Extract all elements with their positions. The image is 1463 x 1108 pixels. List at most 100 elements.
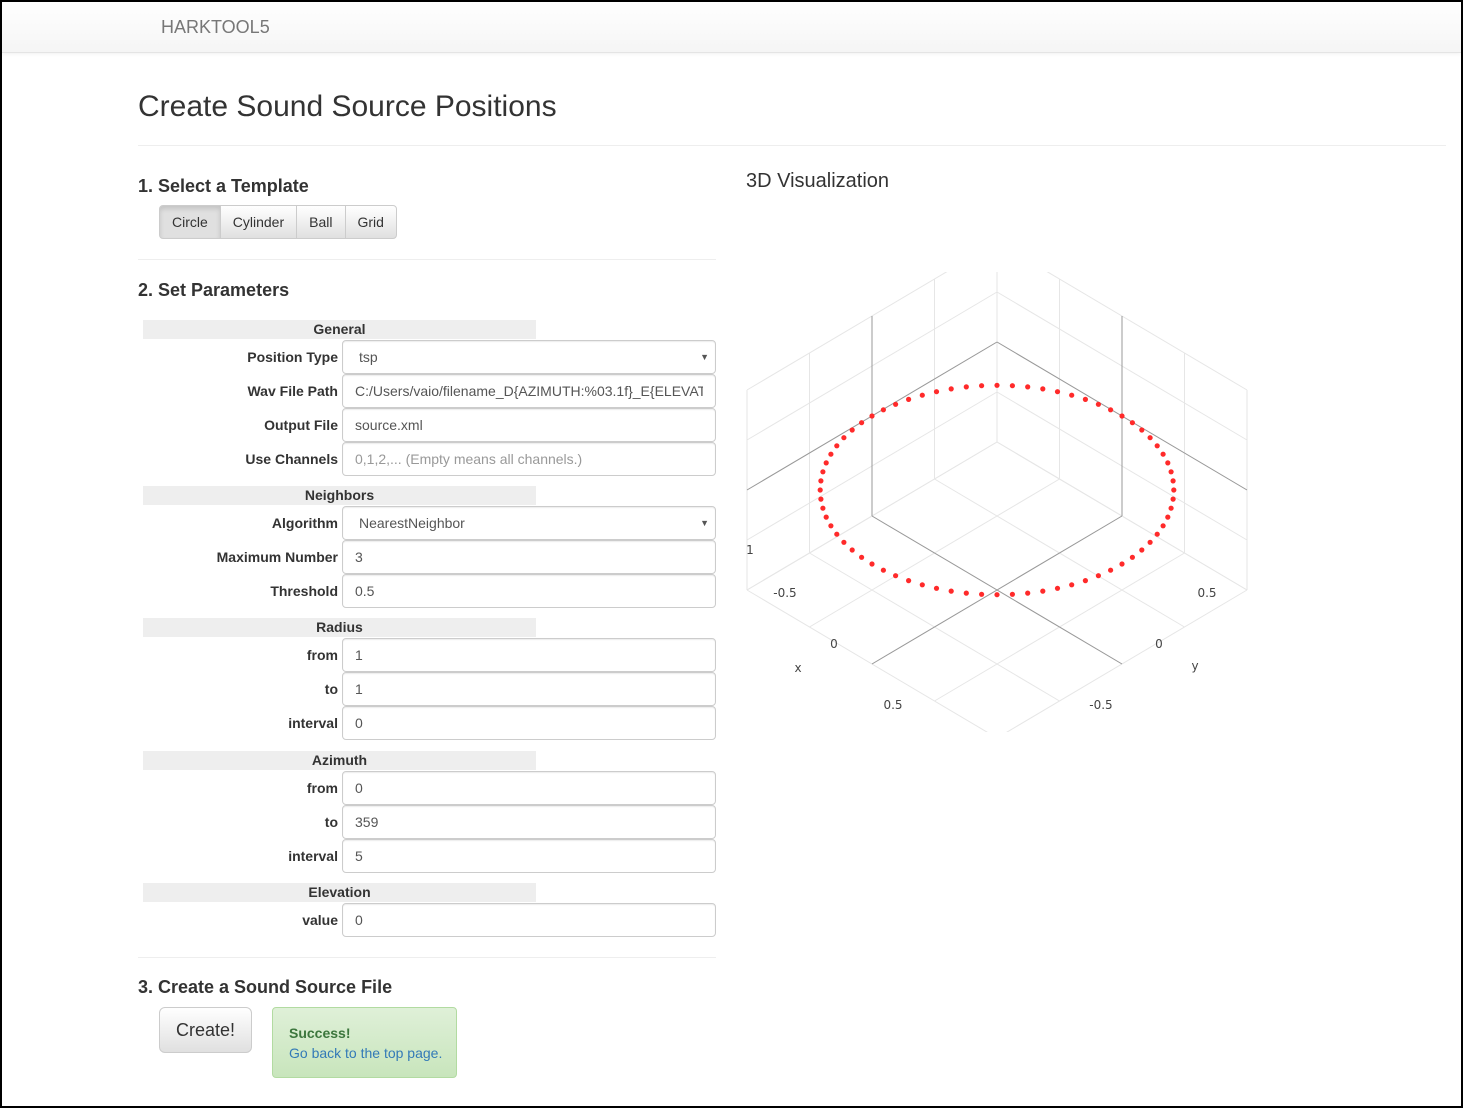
template-grid-button[interactable]: Grid [344,205,397,239]
source-point[interactable] [906,578,912,584]
source-point[interactable] [1119,561,1125,567]
source-point[interactable] [948,588,954,594]
source-point[interactable] [880,567,886,573]
wav-file-path-input[interactable] [342,374,716,408]
use-channels-label: Use Channels [245,451,338,467]
azimuth-interval-input[interactable] [342,839,716,873]
source-point[interactable] [933,389,940,395]
source-point[interactable] [1095,401,1101,407]
source-point[interactable] [823,514,829,520]
floor-grid-line [1006,589,1248,732]
source-point[interactable] [1168,505,1174,511]
plot-axis-labels: -0.5 0 0.5 x 0.5 0 -0.5 y 1 [746,543,1216,712]
source-point[interactable] [1069,392,1075,398]
elevation-value-input[interactable] [342,903,716,937]
source-point[interactable] [849,547,855,553]
source-point[interactable] [1025,384,1031,390]
source-point[interactable] [1040,588,1046,594]
source-point[interactable] [820,469,826,475]
source-point[interactable] [1009,383,1015,389]
azimuth-from-input[interactable] [342,771,716,805]
source-point[interactable] [979,383,985,389]
position-type-select[interactable]: tsp ▼ [342,340,716,374]
source-point[interactable] [1009,591,1015,597]
source-point[interactable] [859,420,865,426]
brand-link[interactable]: HARKTOOL5 [161,17,270,38]
source-point[interactable] [841,435,847,441]
template-cylinder-button[interactable]: Cylinder [219,205,298,239]
source-point[interactable] [1165,460,1171,466]
source-point[interactable] [1171,487,1177,493]
source-point[interactable] [1129,554,1135,560]
radius-from-input[interactable] [342,638,716,672]
use-channels-input[interactable] [342,442,716,476]
source-point[interactable] [1154,531,1160,537]
source-point[interactable] [828,523,834,529]
source-point[interactable] [817,487,823,493]
source-point[interactable] [979,591,985,597]
source-point[interactable] [1095,573,1101,579]
source-point[interactable] [1168,469,1174,475]
source-point[interactable] [1040,386,1046,392]
threshold-label: Threshold [270,583,338,599]
source-point[interactable] [963,590,969,596]
source-point[interactable] [1160,451,1166,457]
algorithm-select[interactable]: NearestNeighbor ▼ [342,506,716,540]
maximum-number-input[interactable] [342,540,716,574]
source-point[interactable] [828,451,834,457]
source-point[interactable] [994,382,1000,388]
source-point[interactable] [818,496,824,502]
azimuth-to-input[interactable] [342,805,716,839]
threshold-input[interactable] [342,574,716,608]
source-point[interactable] [841,539,847,545]
source-point[interactable] [1054,389,1061,395]
source-point[interactable] [919,582,925,588]
source-point[interactable] [1160,523,1166,529]
y-tick-label: 0.5 [1197,586,1216,600]
source-point[interactable] [1054,585,1061,591]
source-point[interactable] [933,585,940,591]
radius-to-input[interactable] [342,672,716,706]
source-point[interactable] [820,505,826,511]
source-point[interactable] [1069,582,1075,588]
source-point[interactable] [1170,478,1176,484]
source-point[interactable] [994,592,1000,598]
create-button[interactable]: Create! [159,1007,252,1053]
source-point[interactable] [834,531,840,537]
source-point[interactable] [1082,396,1088,402]
radius-interval-input[interactable] [342,706,716,740]
source-point[interactable] [1154,443,1160,449]
source-point[interactable] [1108,407,1114,413]
source-point[interactable] [1170,496,1176,502]
source-point[interactable] [1139,547,1145,553]
source-point[interactable] [849,427,855,433]
source-point[interactable] [1147,435,1153,441]
source-point[interactable] [893,401,899,407]
source-point[interactable] [834,443,840,449]
source-point[interactable] [919,392,925,398]
source-point[interactable] [963,384,969,390]
source-point[interactable] [1147,539,1153,545]
source-point[interactable] [869,561,875,567]
source-point[interactable] [906,396,912,402]
source-point[interactable] [1165,514,1171,520]
source-point[interactable] [818,478,824,484]
source-point[interactable] [948,386,954,392]
3d-scatter-plot[interactable]: -0.5 0 0.5 x 0.5 0 -0.5 y 1 [742,272,1262,732]
template-circle-button[interactable]: Circle [159,205,221,239]
source-point[interactable] [1129,420,1135,426]
source-point[interactable] [1025,590,1031,596]
template-ball-button[interactable]: Ball [296,205,346,239]
source-point[interactable] [859,554,865,560]
source-point[interactable] [1119,413,1125,419]
source-point[interactable] [893,573,899,579]
source-point[interactable] [1108,567,1114,573]
source-point[interactable] [1139,427,1145,433]
title-divider [138,145,1446,146]
output-file-input[interactable] [342,408,716,442]
source-point[interactable] [880,407,886,413]
top-page-link[interactable]: Go back to the top page. [289,1045,456,1061]
source-point[interactable] [823,460,829,466]
source-point[interactable] [869,413,875,419]
source-point[interactable] [1082,578,1088,584]
